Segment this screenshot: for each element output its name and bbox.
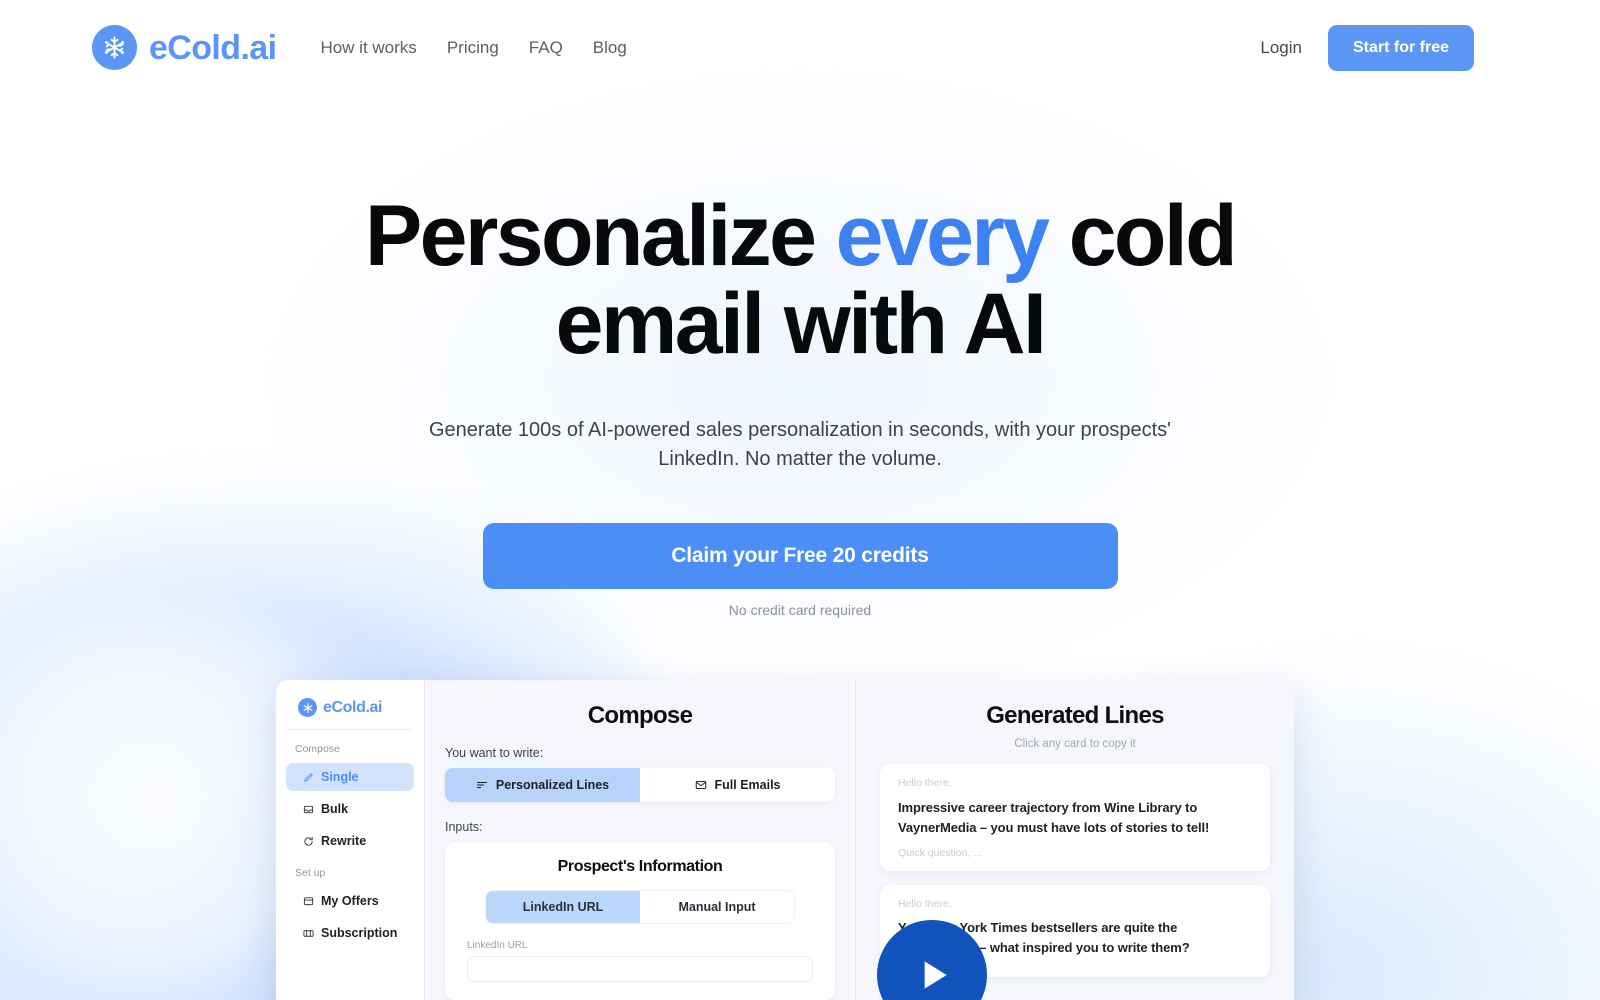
hero-cta-group: Claim your Free 20 credits No credit car… bbox=[0, 523, 1600, 618]
nav-item-how-it-works[interactable]: How it works bbox=[320, 38, 416, 58]
cta-disclaimer: No credit card required bbox=[728, 602, 872, 619]
tab-full-emails[interactable]: Full Emails bbox=[640, 768, 835, 802]
line-card-body: Impressive career trajectory from Wine L… bbox=[898, 799, 1210, 835]
sidebar-group-setup-label: Set up bbox=[295, 867, 326, 879]
mockup-compose-panel: Compose You want to write: Personalized … bbox=[424, 680, 987, 1000]
sidebar-item-single[interactable]: Single bbox=[286, 763, 414, 791]
mockup-brand: eCold.ai bbox=[286, 694, 414, 729]
brand-name: eCold.ai bbox=[149, 28, 277, 67]
sidebar-item-subscription-label: Subscription bbox=[321, 926, 398, 940]
refresh-icon bbox=[302, 835, 314, 847]
nav-item-faq[interactable]: FAQ bbox=[529, 38, 563, 58]
hero-section: Personalize every cold email with AI Gen… bbox=[0, 95, 1600, 618]
sidebar-item-single-label: Single bbox=[321, 770, 359, 784]
mockup-sidebar: eCold.ai Compose Single Bulk Rewrite Set… bbox=[276, 680, 424, 1000]
compose-write-label: You want to write: bbox=[445, 746, 544, 760]
snowflake-icon-small bbox=[298, 698, 317, 717]
sidebar-item-rewrite[interactable]: Rewrite bbox=[286, 827, 414, 855]
nav-item-blog[interactable]: Blog bbox=[593, 38, 627, 58]
mockup-brand-name: eCold.ai bbox=[323, 698, 383, 716]
line-card-greeting: Hello there, bbox=[898, 777, 952, 789]
start-for-free-button[interactable]: Start for free bbox=[1327, 24, 1474, 71]
tab-personalized-lines[interactable]: Personalized Lines bbox=[445, 768, 640, 802]
sidebar-item-subscription[interactable]: Subscription bbox=[286, 919, 414, 947]
prospect-card-title: Prospect's Information bbox=[557, 858, 723, 875]
prospect-input-tabs: LinkedIn URL Manual Input bbox=[485, 890, 795, 924]
hero-subheading: Generate 100s of AI-powered sales person… bbox=[428, 419, 1171, 470]
nav-item-pricing[interactable]: Pricing bbox=[447, 38, 499, 58]
offer-icon bbox=[302, 895, 314, 907]
page-root: eCold.ai How it works Pricing FAQ Blog L… bbox=[0, 0, 1600, 1000]
generated-panel-title: Generated Lines bbox=[986, 702, 1164, 729]
line-card-greeting: Hello there, bbox=[898, 897, 952, 910]
compose-write-tabs: Personalized Lines Full Emails bbox=[445, 768, 835, 802]
sidebar-item-rewrite-label: Rewrite bbox=[321, 834, 367, 848]
card-icon bbox=[302, 927, 314, 939]
envelope-icon bbox=[695, 779, 708, 792]
tab-full-emails-label: Full Emails bbox=[714, 778, 781, 792]
claim-credits-button[interactable]: Claim your Free 20 credits bbox=[482, 523, 1118, 590]
generated-panel-subtitle: Click any card to copy it bbox=[1014, 738, 1136, 750]
login-link[interactable]: Login bbox=[1260, 38, 1302, 58]
tab-manual-input[interactable]: Manual Input bbox=[640, 891, 794, 923]
lines-icon bbox=[476, 779, 489, 792]
list-item[interactable]: Hello there, Impressive career trajector… bbox=[880, 764, 1270, 871]
pencil-icon bbox=[302, 771, 314, 783]
linkedin-url-field-label: LinkedIn URL bbox=[467, 940, 528, 951]
primary-navigation: How it works Pricing FAQ Blog bbox=[320, 38, 626, 58]
snowflake-icon bbox=[92, 25, 137, 70]
sidebar-divider bbox=[288, 729, 412, 730]
header-actions: Login Start for free bbox=[1260, 24, 1474, 71]
line-card-tail: Quick question, ... bbox=[898, 846, 983, 859]
site-header: eCold.ai How it works Pricing FAQ Blog L… bbox=[0, 0, 1600, 95]
sidebar-item-bulk-label: Bulk bbox=[321, 802, 349, 816]
tab-linkedin-url[interactable]: LinkedIn URL bbox=[486, 891, 640, 923]
prospect-information-card: Prospect's Information LinkedIn URL Manu… bbox=[445, 842, 835, 1000]
sidebar-item-my-offers[interactable]: My Offers bbox=[286, 887, 414, 915]
sidebar-group-compose-label: Compose bbox=[295, 743, 340, 755]
headline-text-1: Personalize bbox=[364, 188, 836, 284]
app-preview-mockup: eCold.ai Compose Single Bulk Rewrite Set… bbox=[276, 680, 1294, 1000]
tab-personalized-lines-label: Personalized Lines bbox=[495, 778, 610, 792]
inbox-icon bbox=[302, 803, 314, 815]
page-title: Personalize every cold email with AI bbox=[270, 192, 1330, 368]
compose-inputs-label: Inputs: bbox=[445, 820, 483, 834]
brand-logo-link[interactable]: eCold.ai bbox=[92, 25, 277, 70]
compose-panel-title: Compose bbox=[587, 702, 693, 729]
sidebar-item-my-offers-label: My Offers bbox=[321, 894, 379, 908]
headline-accent-word: every bbox=[835, 188, 1050, 284]
sidebar-item-bulk[interactable]: Bulk bbox=[286, 795, 414, 823]
linkedin-url-input[interactable] bbox=[467, 956, 813, 982]
